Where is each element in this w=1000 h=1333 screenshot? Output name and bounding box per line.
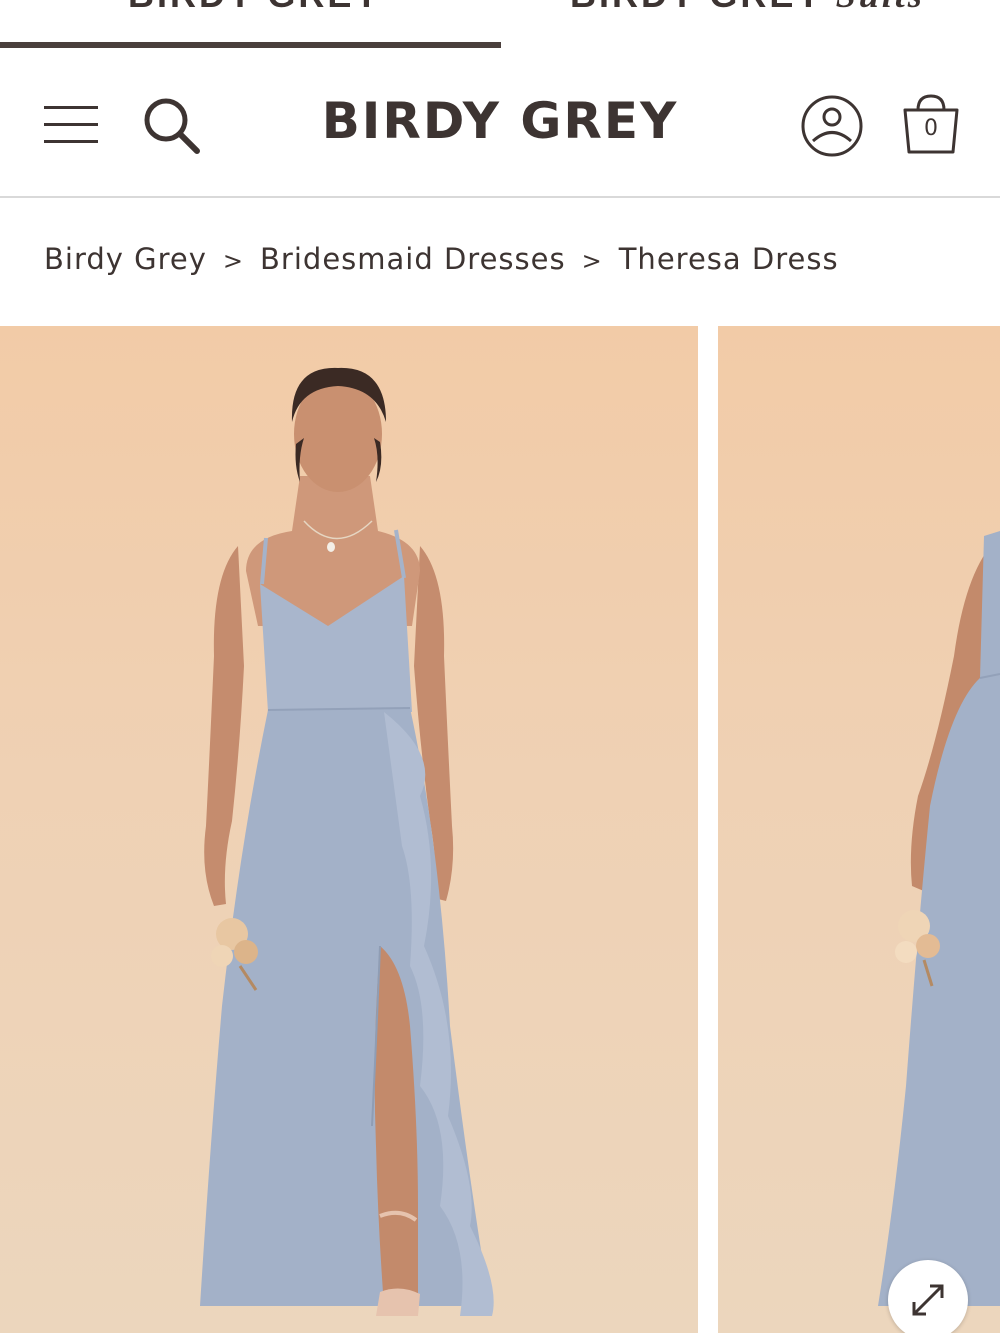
shopping-bag-button[interactable]: 0 [900, 92, 962, 158]
tab-suits-brand: BIRDY GREY [570, 0, 823, 15]
tab-birdy-grey[interactable]: BIRDY GREY [128, 0, 381, 15]
product-image-1[interactable] [0, 326, 698, 1333]
expand-icon [912, 1284, 944, 1316]
site-header: BIRDY GREY 0 [0, 50, 1000, 198]
breadcrumb: Birdy Grey > Bridesmaid Dresses > Theresa Dr… [44, 242, 839, 282]
model-front-photo [200, 367, 494, 1316]
search-icon[interactable] [142, 96, 202, 156]
brand-tabs: BIRDY GREY BIRDY GREY Suits [0, 0, 1000, 50]
menu-icon[interactable] [44, 104, 100, 144]
breadcrumb-bridesmaid-dresses[interactable]: Bridesmaid Dresses [260, 242, 566, 276]
model-side-photo [878, 531, 1000, 1306]
breadcrumb-separator: > [581, 247, 603, 275]
breadcrumb-home[interactable]: Birdy Grey [44, 242, 207, 276]
expand-image-button[interactable] [888, 1260, 968, 1333]
breadcrumb-current: Theresa Dress [618, 242, 839, 276]
product-image-2[interactable] [718, 326, 1000, 1333]
product-gallery[interactable] [0, 326, 1000, 1333]
site-logo[interactable]: BIRDY GREY [250, 92, 750, 150]
account-icon[interactable] [800, 94, 864, 158]
breadcrumb-separator: > [222, 247, 245, 275]
tab-suits-label: Suits [836, 0, 925, 15]
active-tab-indicator [0, 42, 501, 48]
tab-birdy-grey-suits[interactable]: BIRDY GREY Suits [570, 0, 925, 15]
cart-count: 0 [924, 116, 938, 141]
